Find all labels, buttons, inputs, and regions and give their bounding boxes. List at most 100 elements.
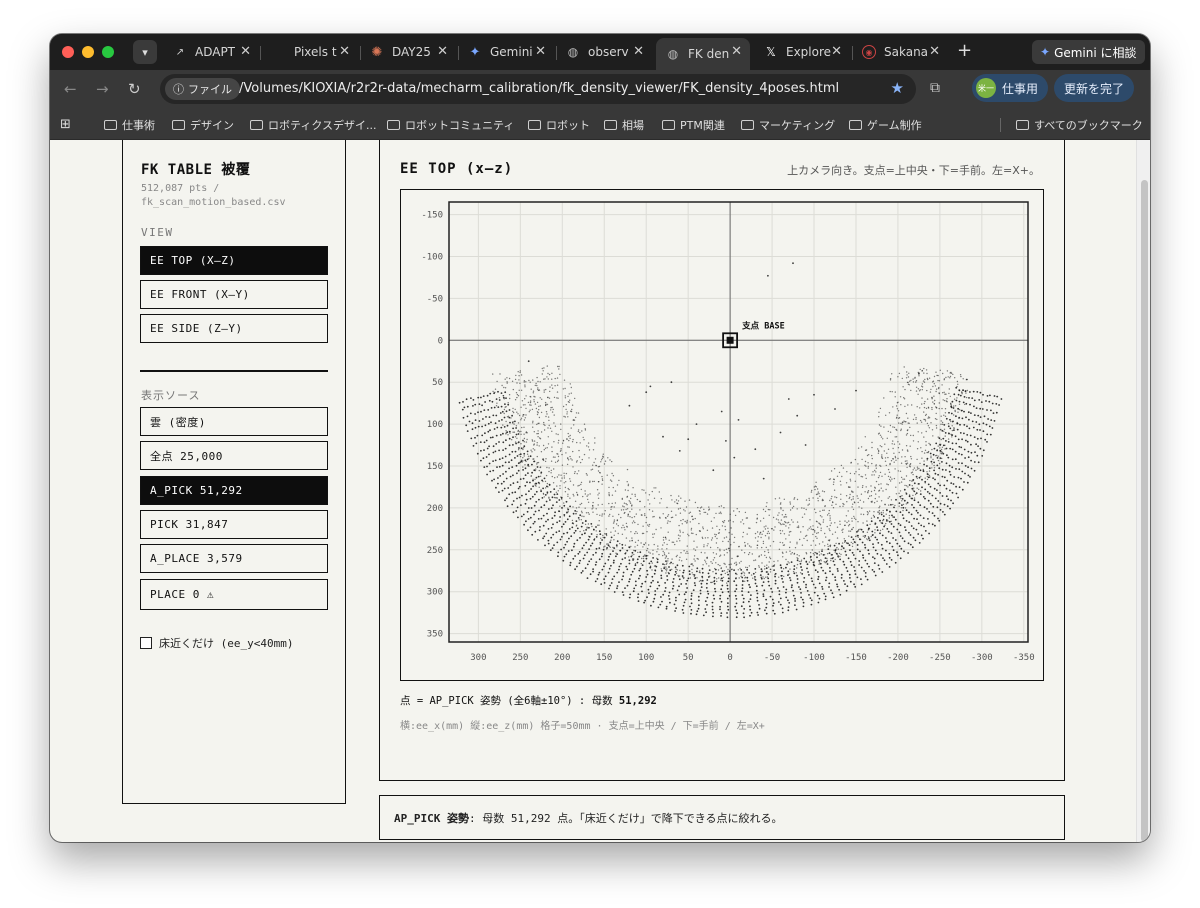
data-point — [802, 526, 804, 528]
bookmark-folder[interactable]: ロボティクスデザイ... — [250, 117, 377, 133]
view-front-button[interactable]: EE FRONT (X–Y) — [140, 280, 328, 309]
data-point — [915, 390, 918, 392]
data-point — [517, 469, 520, 472]
data-point — [625, 565, 628, 568]
data-point — [488, 416, 491, 418]
data-point — [954, 409, 956, 412]
data-point — [840, 573, 843, 576]
close-tab-icon[interactable]: ✕ — [731, 44, 742, 59]
data-point — [508, 437, 511, 440]
site-info-chip[interactable]: ⓘ ファイル — [165, 78, 240, 100]
forward-icon[interactable]: → — [96, 80, 109, 98]
tab-pixels[interactable]: Pixels t ✕ — [262, 38, 358, 66]
floor-filter-checkbox[interactable] — [140, 637, 152, 649]
data-point — [572, 506, 574, 508]
data-point — [755, 521, 758, 524]
apps-grid-icon[interactable]: ⊞ — [60, 117, 71, 132]
data-point — [917, 511, 919, 514]
page-scrollbar[interactable] — [1136, 140, 1150, 842]
scatter-plot[interactable]: 300 250 200 150 100 50 0 -50 -100 -150 -200 -250 -30… — [401, 190, 1042, 679]
tab-search-button[interactable]: ▾ — [133, 40, 157, 64]
data-point — [746, 566, 749, 569]
scrollbar-thumb[interactable] — [1141, 180, 1148, 842]
data-point — [536, 466, 539, 468]
data-point — [646, 549, 648, 552]
bookmark-folder[interactable]: 仕事術 — [104, 117, 155, 133]
reload-icon[interactable]: ↻ — [128, 80, 141, 98]
tab-sakana[interactable]: ◉ Sakana ✕ — [852, 38, 948, 66]
tab-day25[interactable]: ✺ DAY25 ✕ — [360, 38, 456, 66]
data-point — [832, 557, 835, 559]
bookmark-folder[interactable]: デザイン — [172, 117, 234, 133]
tab-fk-density[interactable]: ◍ FK den ✕ — [656, 38, 750, 70]
view-top-button[interactable]: EE TOP (X–Z) — [140, 246, 328, 275]
tab-explore[interactable]: 𝕏 Explore ✕ — [754, 38, 850, 66]
data-point — [520, 430, 522, 433]
back-icon[interactable]: ← — [64, 80, 77, 98]
bookmark-folder[interactable]: 相場 — [604, 117, 644, 133]
data-point — [970, 412, 972, 414]
minimize-window-button[interactable] — [82, 46, 94, 58]
bookmark-folder[interactable]: ロボット — [528, 117, 590, 133]
data-point — [947, 422, 950, 425]
data-point — [885, 522, 887, 525]
view-side-button[interactable]: EE SIDE (Z–Y) — [140, 314, 328, 343]
data-point — [657, 548, 659, 550]
new-tab-button[interactable]: + — [957, 40, 972, 61]
close-tab-icon[interactable]: ✕ — [831, 44, 842, 59]
data-point — [530, 388, 532, 390]
data-point — [474, 419, 477, 421]
close-window-button[interactable] — [62, 46, 74, 58]
data-point — [764, 550, 766, 553]
data-point — [698, 604, 700, 607]
data-point — [849, 478, 851, 480]
tab-gemini[interactable]: ✦ Gemini ✕ — [458, 38, 554, 66]
data-point — [756, 611, 759, 614]
data-point — [917, 501, 920, 504]
gemini-ask-button[interactable]: ✦ Gemini に相談 — [1032, 40, 1145, 64]
data-point — [635, 584, 637, 587]
bookmark-star-icon[interactable]: ★ — [891, 79, 904, 97]
bookmark-folder[interactable]: PTM関連 — [662, 117, 725, 133]
bookmark-folder[interactable]: マーケティング — [741, 117, 835, 133]
data-point — [602, 534, 604, 537]
data-point — [506, 382, 508, 384]
source-pick-button[interactable]: PICK 31,847 — [140, 510, 328, 539]
source-all-button[interactable]: 全点 25,000 — [140, 441, 328, 470]
data-point — [544, 544, 546, 547]
data-point — [860, 566, 863, 569]
data-point — [648, 562, 651, 565]
data-point — [829, 529, 831, 532]
source-cloud-button[interactable]: 雲 (密度) — [140, 407, 328, 436]
tab-observ[interactable]: ◍ observ ✕ — [556, 38, 652, 66]
data-point — [527, 472, 529, 474]
profile-button[interactable]: 米一 仕事用 — [972, 74, 1049, 102]
data-point — [711, 605, 714, 608]
bookmark-folder[interactable]: ゲーム制作 — [849, 117, 922, 133]
floor-filter-option[interactable]: 床近くだけ (ee_y<40mm) — [140, 635, 293, 651]
all-bookmarks-folder[interactable]: すべてのブックマーク — [1016, 117, 1143, 133]
maximize-window-button[interactable] — [102, 46, 114, 58]
data-point — [770, 587, 772, 590]
url-text[interactable]: /Volumes/KIOXIA/r2r2r-data/mecharm_calib… — [239, 81, 839, 96]
close-tab-icon[interactable]: ✕ — [535, 44, 546, 59]
bookmark-folder[interactable]: ロボットコミュニティ — [387, 117, 514, 133]
tab-adapt[interactable]: ↗ ADAPT ✕ — [163, 38, 259, 66]
data-point — [818, 562, 821, 564]
source-place-button[interactable]: PLACE 0 ⚠ — [140, 579, 328, 610]
source-a-place-button[interactable]: A_PLACE 3,579 — [140, 544, 328, 573]
source-a-pick-button[interactable]: A_PICK 51,292 — [140, 476, 328, 505]
data-point — [744, 511, 747, 514]
update-button[interactable]: 更新を完了 — [1054, 74, 1135, 102]
close-tab-icon[interactable]: ✕ — [437, 44, 448, 59]
close-tab-icon[interactable]: ✕ — [240, 44, 251, 59]
data-point — [761, 562, 763, 564]
address-bar[interactable]: ⓘ ファイル /Volumes/KIOXIA/r2r2r-data/mechar… — [160, 74, 916, 104]
extensions-icon[interactable]: ⧉ — [930, 80, 940, 96]
close-tab-icon[interactable]: ✕ — [929, 44, 940, 59]
data-point — [980, 437, 982, 440]
data-point — [567, 511, 569, 513]
data-point — [699, 592, 702, 595]
close-tab-icon[interactable]: ✕ — [633, 44, 644, 59]
close-tab-icon[interactable]: ✕ — [339, 44, 350, 59]
